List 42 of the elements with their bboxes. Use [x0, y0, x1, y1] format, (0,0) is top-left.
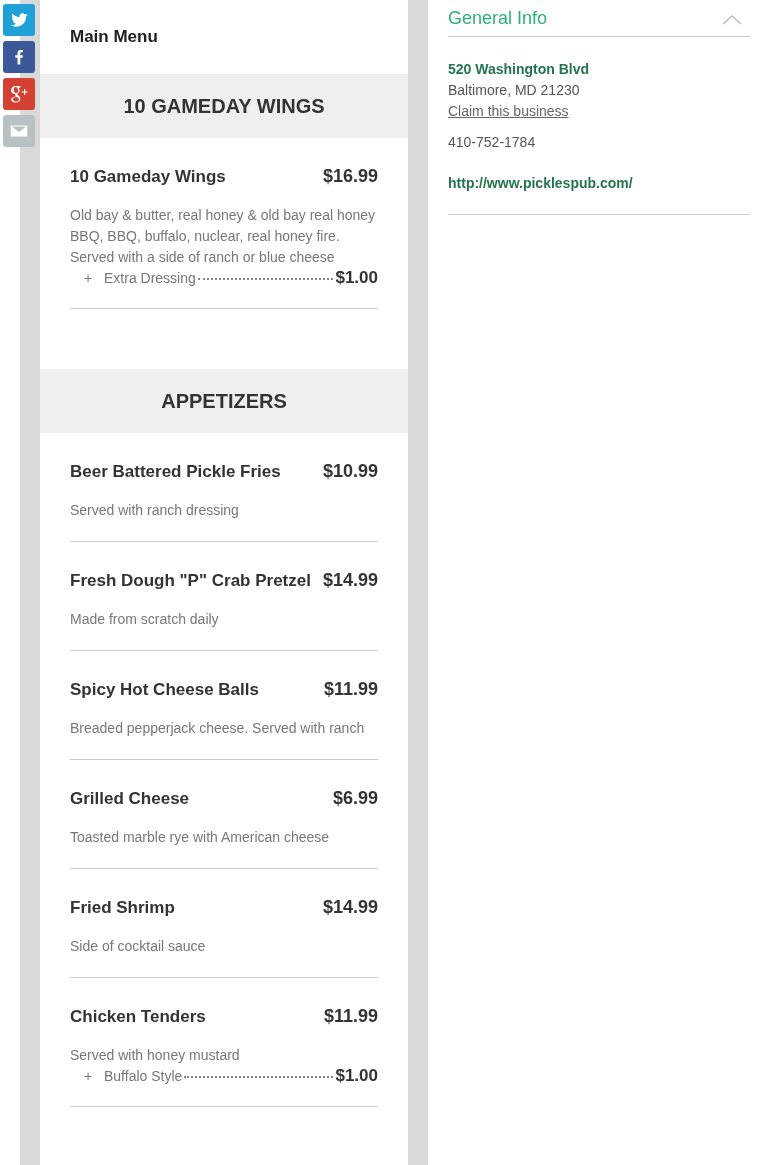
item-description: Side of cocktail sauce — [70, 937, 207, 956]
panel-title: General Info — [448, 7, 548, 29]
item-description: Served with honey mustard — [70, 1046, 241, 1065]
facebook-share-button[interactable] — [3, 41, 35, 73]
item-name: Chicken Tenders — [70, 1007, 206, 1027]
item-name: Grilled Cheese — [70, 789, 190, 809]
item-price: $6.99 — [332, 788, 378, 809]
item-description: Old bay & butter, real honey & old bay real honey BBQ, BBQ, buffalo, nuclear, real honey fire. Served with a side of ranch or blue cheese — [70, 206, 377, 267]
option-name: Extra Dressing — [104, 270, 196, 286]
section-header: APPETIZERS — [40, 369, 408, 433]
item-name: Fresh Dough "P" Crab Pretzel — [70, 571, 311, 591]
item-description: Made from scratch daily — [70, 610, 220, 629]
item-name: Beer Battered Pickle Fries — [70, 462, 281, 482]
item-price: $14.99 — [322, 897, 378, 918]
street-address: 520 Washington Blvd — [448, 60, 590, 79]
item-price: $14.99 — [322, 570, 378, 591]
item-price: $10.99 — [322, 461, 378, 482]
chevron-icon[interactable] — [722, 15, 742, 25]
claim-link[interactable]: Claim this business — [448, 101, 569, 122]
item-name: 10 Gameday Wings — [70, 167, 226, 187]
phone-number: 410-752-1784 — [448, 133, 536, 152]
section-header: 10 GAMEDAY WINGS — [40, 74, 408, 138]
plus-sign: + — [84, 1068, 94, 1084]
item-name: Fried Shrimp — [70, 898, 175, 918]
item-price: $11.99 — [323, 679, 378, 700]
email-share-button[interactable] — [3, 115, 35, 147]
item-price: $16.99 — [322, 166, 378, 187]
twitter-share-button[interactable] — [3, 4, 35, 36]
option-name: Buffalo Style — [104, 1068, 183, 1084]
item-name: Spicy Hot Cheese Balls — [70, 680, 259, 700]
city-address: Baltimore, MD 21230 — [448, 81, 580, 100]
website-link[interactable]: http://www.picklespub.com/ — [448, 173, 633, 194]
item-description: Toasted marble rye with American cheese — [70, 828, 331, 847]
item-price: $11.99 — [323, 1006, 378, 1027]
menu-title: Main Menu — [70, 27, 158, 47]
option-price: $1.00 — [335, 268, 378, 288]
option-price: $1.00 — [335, 1066, 378, 1086]
item-description: Served with ranch dressing — [70, 501, 240, 520]
bird-icon — [9, 10, 29, 30]
item-description: Breaded pepperjack cheese. Served with ranch — [70, 719, 366, 738]
googleplus-share-button[interactable] — [3, 78, 35, 110]
plus-sign: + — [84, 270, 94, 286]
